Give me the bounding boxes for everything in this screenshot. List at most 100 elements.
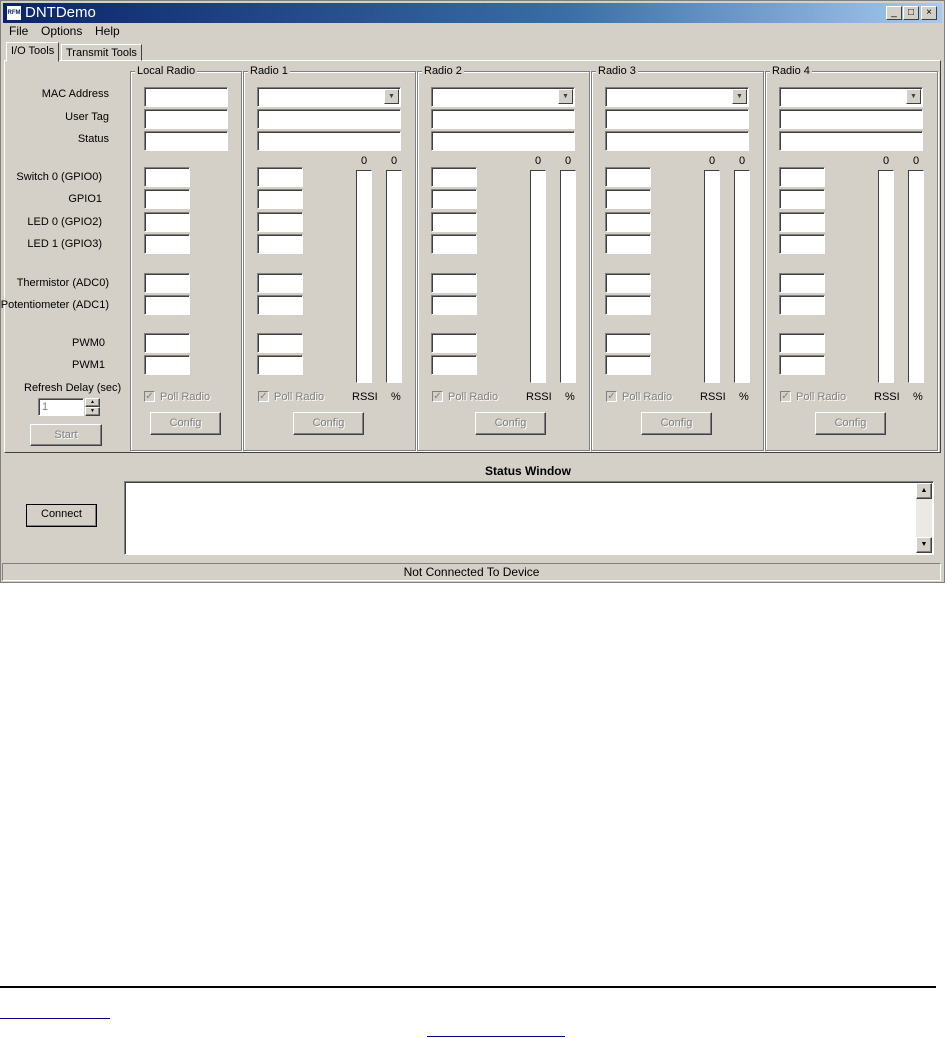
- radio2-config-button[interactable]: Config: [475, 412, 546, 435]
- radio1-led0-field[interactable]: [257, 212, 303, 232]
- radio2-user-tag-field[interactable]: [431, 109, 575, 129]
- radio1-adc0-field[interactable]: [257, 273, 303, 293]
- tab-io-tools[interactable]: I/O Tools: [6, 42, 60, 62]
- spin-up-button[interactable]: ▲: [85, 398, 100, 407]
- local-pwm0-field[interactable]: [144, 333, 190, 353]
- minimize-button[interactable]: _: [886, 6, 902, 20]
- radio4-mac-combo[interactable]: ▼: [779, 87, 923, 107]
- radio3-mac-combo[interactable]: ▼: [605, 87, 749, 107]
- window-title: DNTDemo: [25, 4, 96, 21]
- radio3-poll-label: Poll Radio: [622, 391, 673, 403]
- local-user-tag-field[interactable]: [144, 109, 228, 129]
- radio2-pwm1-field[interactable]: [431, 355, 477, 375]
- radio3-pct-value: 0: [738, 155, 746, 167]
- radio2-poll-checkbox[interactable]: ✓: [432, 391, 443, 402]
- local-led1-field[interactable]: [144, 234, 190, 254]
- chevron-down-icon[interactable]: ▼: [732, 89, 747, 104]
- radio1-led1-field[interactable]: [257, 234, 303, 254]
- local-pwm1-field[interactable]: [144, 355, 190, 375]
- radio2-led1-field[interactable]: [431, 234, 477, 254]
- radio1-config-button[interactable]: Config: [293, 412, 364, 435]
- tab-transmit-tools[interactable]: Transmit Tools: [61, 44, 142, 61]
- menu-options[interactable]: Options: [41, 24, 82, 38]
- radio2-switch0-field[interactable]: [431, 167, 477, 187]
- radio2-mac-combo[interactable]: ▼: [431, 87, 575, 107]
- spin-down-button[interactable]: ▼: [85, 407, 100, 416]
- scroll-down-icon[interactable]: ▼: [916, 537, 932, 553]
- label-pwm0: PWM0: [72, 337, 105, 349]
- radio4-status-field[interactable]: [779, 131, 923, 151]
- radio3-pwm0-field[interactable]: [605, 333, 651, 353]
- radio1-status-field[interactable]: [257, 131, 401, 151]
- radio3-gpio1-field[interactable]: [605, 189, 651, 209]
- radio1-pwm0-field[interactable]: [257, 333, 303, 353]
- local-config-button[interactable]: Config: [150, 412, 221, 435]
- radio4-adc1-field[interactable]: [779, 295, 825, 315]
- radio3-status-field[interactable]: [605, 131, 749, 151]
- close-button[interactable]: ×: [921, 6, 937, 20]
- local-poll-checkbox[interactable]: ✓: [144, 391, 155, 402]
- radio4-poll-checkbox[interactable]: ✓: [780, 391, 791, 402]
- radio3-user-tag-field[interactable]: [605, 109, 749, 129]
- radio2-adc0-field[interactable]: [431, 273, 477, 293]
- local-adc1-field[interactable]: [144, 295, 190, 315]
- chevron-down-icon[interactable]: ▼: [384, 89, 399, 104]
- radio4-pwm1-field[interactable]: [779, 355, 825, 375]
- group-title: Radio 2: [422, 65, 464, 77]
- radio1-pct-label: %: [391, 391, 401, 403]
- radio3-adc1-field[interactable]: [605, 295, 651, 315]
- menu-help[interactable]: Help: [95, 24, 120, 38]
- radio1-mac-combo[interactable]: ▼: [257, 87, 401, 107]
- radio4-gpio1-field[interactable]: [779, 189, 825, 209]
- radio4-switch0-field[interactable]: [779, 167, 825, 187]
- radio4-led0-field[interactable]: [779, 212, 825, 232]
- radio4-pwm0-field[interactable]: [779, 333, 825, 353]
- radio3-led0-field[interactable]: [605, 212, 651, 232]
- scroll-up-icon[interactable]: ▲: [916, 483, 932, 499]
- radio1-poll-checkbox[interactable]: ✓: [258, 391, 269, 402]
- radio4-user-tag-field[interactable]: [779, 109, 923, 129]
- refresh-delay-input[interactable]: 1: [38, 398, 84, 416]
- radio2-adc1-field[interactable]: [431, 295, 477, 315]
- local-gpio1-field[interactable]: [144, 189, 190, 209]
- local-mac-field[interactable]: [144, 87, 228, 107]
- group-title: Local Radio: [135, 65, 198, 77]
- radio3-config-button[interactable]: Config: [641, 412, 712, 435]
- radio1-pwm1-field[interactable]: [257, 355, 303, 375]
- radio1-adc1-field[interactable]: [257, 295, 303, 315]
- radio1-rssi-label: RSSI: [352, 391, 378, 403]
- status-window-title: Status Window: [485, 464, 571, 478]
- radio4-pct-value: 0: [912, 155, 920, 167]
- chevron-down-icon[interactable]: ▼: [558, 89, 573, 104]
- status-window[interactable]: ▲ ▼: [124, 481, 934, 555]
- local-led0-field[interactable]: [144, 212, 190, 232]
- local-switch0-field[interactable]: [144, 167, 190, 187]
- label-pwm1: PWM1: [72, 359, 105, 371]
- divider: [0, 986, 936, 988]
- radio1-user-tag-field[interactable]: [257, 109, 401, 129]
- radio3-switch0-field[interactable]: [605, 167, 651, 187]
- radio2-led0-field[interactable]: [431, 212, 477, 232]
- radio2-pwm0-field[interactable]: [431, 333, 477, 353]
- radio4-led1-field[interactable]: [779, 234, 825, 254]
- radio4-config-button[interactable]: Config: [815, 412, 886, 435]
- chevron-down-icon[interactable]: ▼: [906, 89, 921, 104]
- radio1-gpio1-field[interactable]: [257, 189, 303, 209]
- radio3-led1-field[interactable]: [605, 234, 651, 254]
- connect-button[interactable]: Connect: [26, 504, 97, 527]
- radio4-adc0-field[interactable]: [779, 273, 825, 293]
- radio3-adc0-field[interactable]: [605, 273, 651, 293]
- radio4-poll-label: Poll Radio: [796, 391, 847, 403]
- menu-file[interactable]: File: [9, 24, 28, 38]
- local-adc0-field[interactable]: [144, 273, 190, 293]
- maximize-button[interactable]: □: [903, 6, 919, 20]
- radio3-pct-bar: [734, 170, 750, 383]
- radio1-switch0-field[interactable]: [257, 167, 303, 187]
- radio3-poll-checkbox[interactable]: ✓: [606, 391, 617, 402]
- radio3-pwm1-field[interactable]: [605, 355, 651, 375]
- local-status-field[interactable]: [144, 131, 228, 151]
- radio2-gpio1-field[interactable]: [431, 189, 477, 209]
- radio2-status-field[interactable]: [431, 131, 575, 151]
- start-button[interactable]: Start: [30, 424, 102, 446]
- title-bar[interactable]: RFM DNTDemo _ □ ×: [3, 3, 942, 23]
